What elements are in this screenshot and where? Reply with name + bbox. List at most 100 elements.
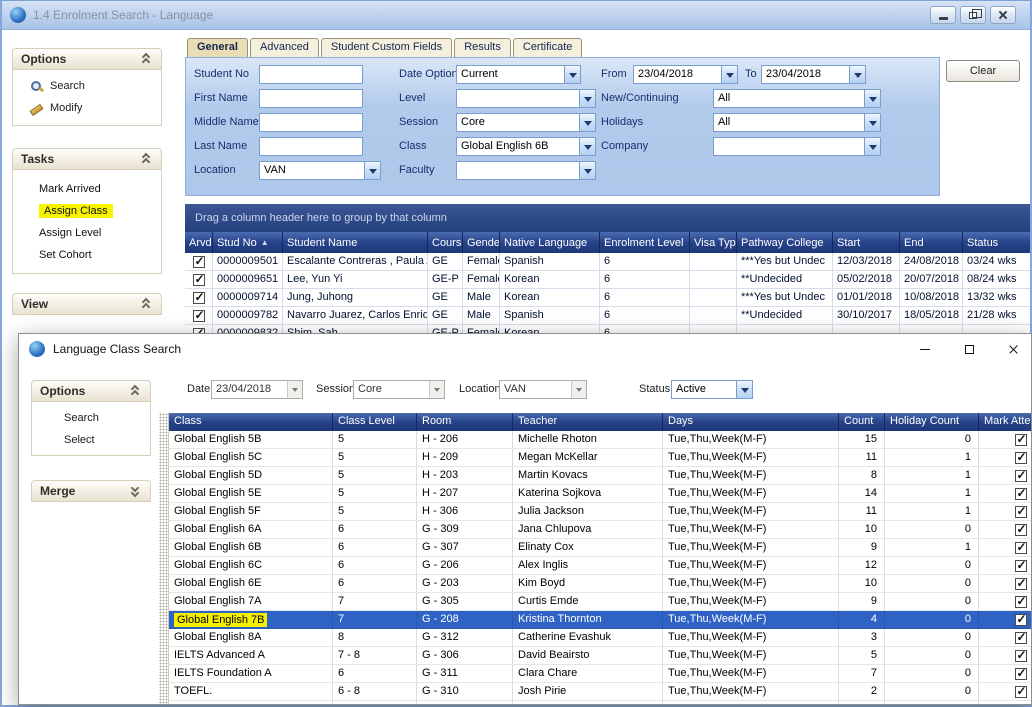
column-header-visa-type[interactable]: Visa Type	[690, 232, 737, 253]
sidebar-item-select[interactable]: Select	[32, 429, 150, 451]
tab[interactable]: Certificate	[513, 38, 583, 57]
mark-attendance-checkbox[interactable]	[1015, 596, 1027, 608]
task-item[interactable]: Mark Arrived	[13, 178, 161, 200]
enrolment-row[interactable]: 0000009714 Jung, Juhong GE Male Korean 6…	[185, 289, 1032, 307]
class-row[interactable]: Global English 8A 8 G - 312 Catherine Ev…	[169, 629, 1032, 647]
to-date-picker[interactable]: 23/04/2018	[761, 65, 866, 84]
company-select[interactable]	[713, 137, 881, 156]
column-header-teacher[interactable]: Teacher	[513, 413, 663, 431]
collapse-chevron-icon[interactable]	[141, 153, 153, 165]
tab[interactable]: Results	[454, 38, 511, 57]
class-row[interactable]: Test Class 5 G - 207 Kathleen Akhil Week…	[169, 701, 1032, 705]
status-select[interactable]: Active	[671, 380, 753, 399]
dropdown-arrow-icon[interactable]	[849, 65, 866, 84]
column-header-student-name[interactable]: Student Name	[283, 232, 428, 253]
class-row[interactable]: Global English 7B 7 G - 208 Kristina Tho…	[169, 611, 1032, 629]
column-header-class[interactable]: Class	[169, 413, 333, 431]
mark-attendance-checkbox[interactable]	[1015, 434, 1027, 446]
group-by-bar[interactable]: Drag a column header here to group by th…	[185, 204, 1032, 232]
column-header-stud-no[interactable]: Stud No▲	[213, 232, 283, 253]
sidebar-item-search[interactable]: Search	[32, 407, 150, 429]
class-row[interactable]: TOEFL. 6 - 8 G - 310 Josh Pirie Tue,Thu,…	[169, 683, 1032, 701]
class-row[interactable]: Global English 5E 5 H - 207 Katerina Soj…	[169, 485, 1032, 503]
arrived-checkbox[interactable]	[193, 274, 205, 286]
class-row[interactable]: Global English 6A 6 G - 309 Jana Chlupov…	[169, 521, 1032, 539]
middle-name-input[interactable]	[259, 113, 363, 132]
column-header-count[interactable]: Count	[839, 413, 885, 431]
holidays-select[interactable]: All	[713, 113, 881, 132]
enrolment-row[interactable]: 0000009651 Lee, Yun Yi GE-P Female Korea…	[185, 271, 1032, 289]
session-select[interactable]: Core	[353, 380, 445, 399]
last-name-input[interactable]	[259, 137, 363, 156]
class-row[interactable]: Global English 7A 7 G - 305 Curtis Emde …	[169, 593, 1032, 611]
column-header-class-level[interactable]: Class Level	[333, 413, 417, 431]
class-window-titlebar[interactable]: Language Class Search	[19, 334, 1031, 364]
mark-attendance-checkbox[interactable]	[1015, 686, 1027, 698]
column-header-start[interactable]: Start	[833, 232, 900, 253]
arrived-checkbox[interactable]	[193, 256, 205, 268]
tab[interactable]: Advanced	[250, 38, 319, 57]
column-header-course[interactable]: Course	[428, 232, 463, 253]
mark-attendance-checkbox[interactable]	[1015, 578, 1027, 590]
sidebar-item-search[interactable]: Search	[13, 75, 161, 97]
task-item[interactable]: Assign Class	[13, 200, 161, 222]
close-button[interactable]	[995, 334, 1031, 364]
first-name-input[interactable]	[259, 89, 363, 108]
column-header-native-language[interactable]: Native Language	[500, 232, 600, 253]
location-select[interactable]: VAN	[259, 161, 381, 180]
options-panel-header[interactable]: Options	[31, 380, 151, 402]
mark-attendance-checkbox[interactable]	[1015, 614, 1027, 626]
column-header-arvd[interactable]: Arvd	[185, 232, 213, 253]
collapse-chevron-icon[interactable]	[141, 298, 153, 310]
close-button[interactable]	[990, 6, 1016, 24]
dropdown-arrow-icon[interactable]	[287, 381, 302, 398]
collapse-chevron-icon[interactable]	[130, 385, 142, 397]
class-row[interactable]: IELTS Foundation A 6 G - 311 Clara Chare…	[169, 665, 1032, 683]
arrived-checkbox[interactable]	[193, 310, 205, 322]
mark-attendance-checkbox[interactable]	[1015, 452, 1027, 464]
class-row[interactable]: Global English 5C 5 H - 209 Megan McKell…	[169, 449, 1032, 467]
column-header-mark-attendance[interactable]: Mark Atte	[979, 413, 1032, 431]
student-no-input[interactable]	[259, 65, 363, 84]
enrolment-row[interactable]: 0000009782 Navarro Juarez, Carlos Enriqu…	[185, 307, 1032, 325]
enrolment-row[interactable]: 0000009501 Escalante Contreras , Paula A…	[185, 253, 1032, 271]
dropdown-arrow-icon[interactable]	[571, 381, 586, 398]
column-header-holiday-count[interactable]: Holiday Count	[885, 413, 979, 431]
merge-panel-header[interactable]: Merge	[31, 480, 151, 502]
dropdown-arrow-icon[interactable]	[864, 137, 881, 156]
dropdown-arrow-icon[interactable]	[579, 113, 596, 132]
mark-attendance-checkbox[interactable]	[1015, 650, 1027, 662]
expand-chevron-icon[interactable]	[130, 485, 142, 497]
options-panel-header[interactable]: Options	[12, 48, 162, 70]
class-row[interactable]: Global English 5D 5 H - 203 Martin Kovac…	[169, 467, 1032, 485]
collapse-chevron-icon[interactable]	[141, 53, 153, 65]
new-continuing-select[interactable]: All	[713, 89, 881, 108]
clear-button[interactable]: Clear	[946, 60, 1020, 82]
class-row[interactable]: Global English 5F 5 H - 306 Julia Jackso…	[169, 503, 1032, 521]
task-item[interactable]: Assign Level	[13, 222, 161, 244]
level-select[interactable]	[456, 89, 596, 108]
date-option-select[interactable]: Current	[456, 65, 581, 84]
column-header-room[interactable]: Room	[417, 413, 513, 431]
arrived-checkbox[interactable]	[193, 292, 205, 304]
mark-attendance-checkbox[interactable]	[1015, 488, 1027, 500]
class-select[interactable]: Global English 6B	[456, 137, 596, 156]
mark-attendance-checkbox[interactable]	[1015, 506, 1027, 518]
dropdown-arrow-icon[interactable]	[864, 113, 881, 132]
mark-attendance-checkbox[interactable]	[1015, 704, 1027, 706]
minimize-button[interactable]	[907, 334, 943, 364]
sidebar-item-modify[interactable]: Modify	[13, 97, 161, 119]
restore-button[interactable]	[960, 6, 986, 24]
class-row[interactable]: Global English 6C 6 G - 206 Alex Inglis …	[169, 557, 1032, 575]
class-row[interactable]: Global English 6B 6 G - 307 Elinaty Cox …	[169, 539, 1032, 557]
session-select[interactable]: Core	[456, 113, 596, 132]
column-header-pathway-college[interactable]: Pathway College	[737, 232, 833, 253]
dropdown-arrow-icon[interactable]	[364, 161, 381, 180]
enrolment-window-titlebar[interactable]: 1.4 Enrolment Search - Language	[2, 0, 1030, 30]
mark-attendance-checkbox[interactable]	[1015, 542, 1027, 554]
class-row[interactable]: IELTS Advanced A 7 - 8 G - 306 David Bea…	[169, 647, 1032, 665]
faculty-select[interactable]	[456, 161, 596, 180]
mark-attendance-checkbox[interactable]	[1015, 560, 1027, 572]
tab[interactable]: General	[187, 38, 248, 57]
column-header-enrolment-level[interactable]: Enrolment Level	[600, 232, 690, 253]
